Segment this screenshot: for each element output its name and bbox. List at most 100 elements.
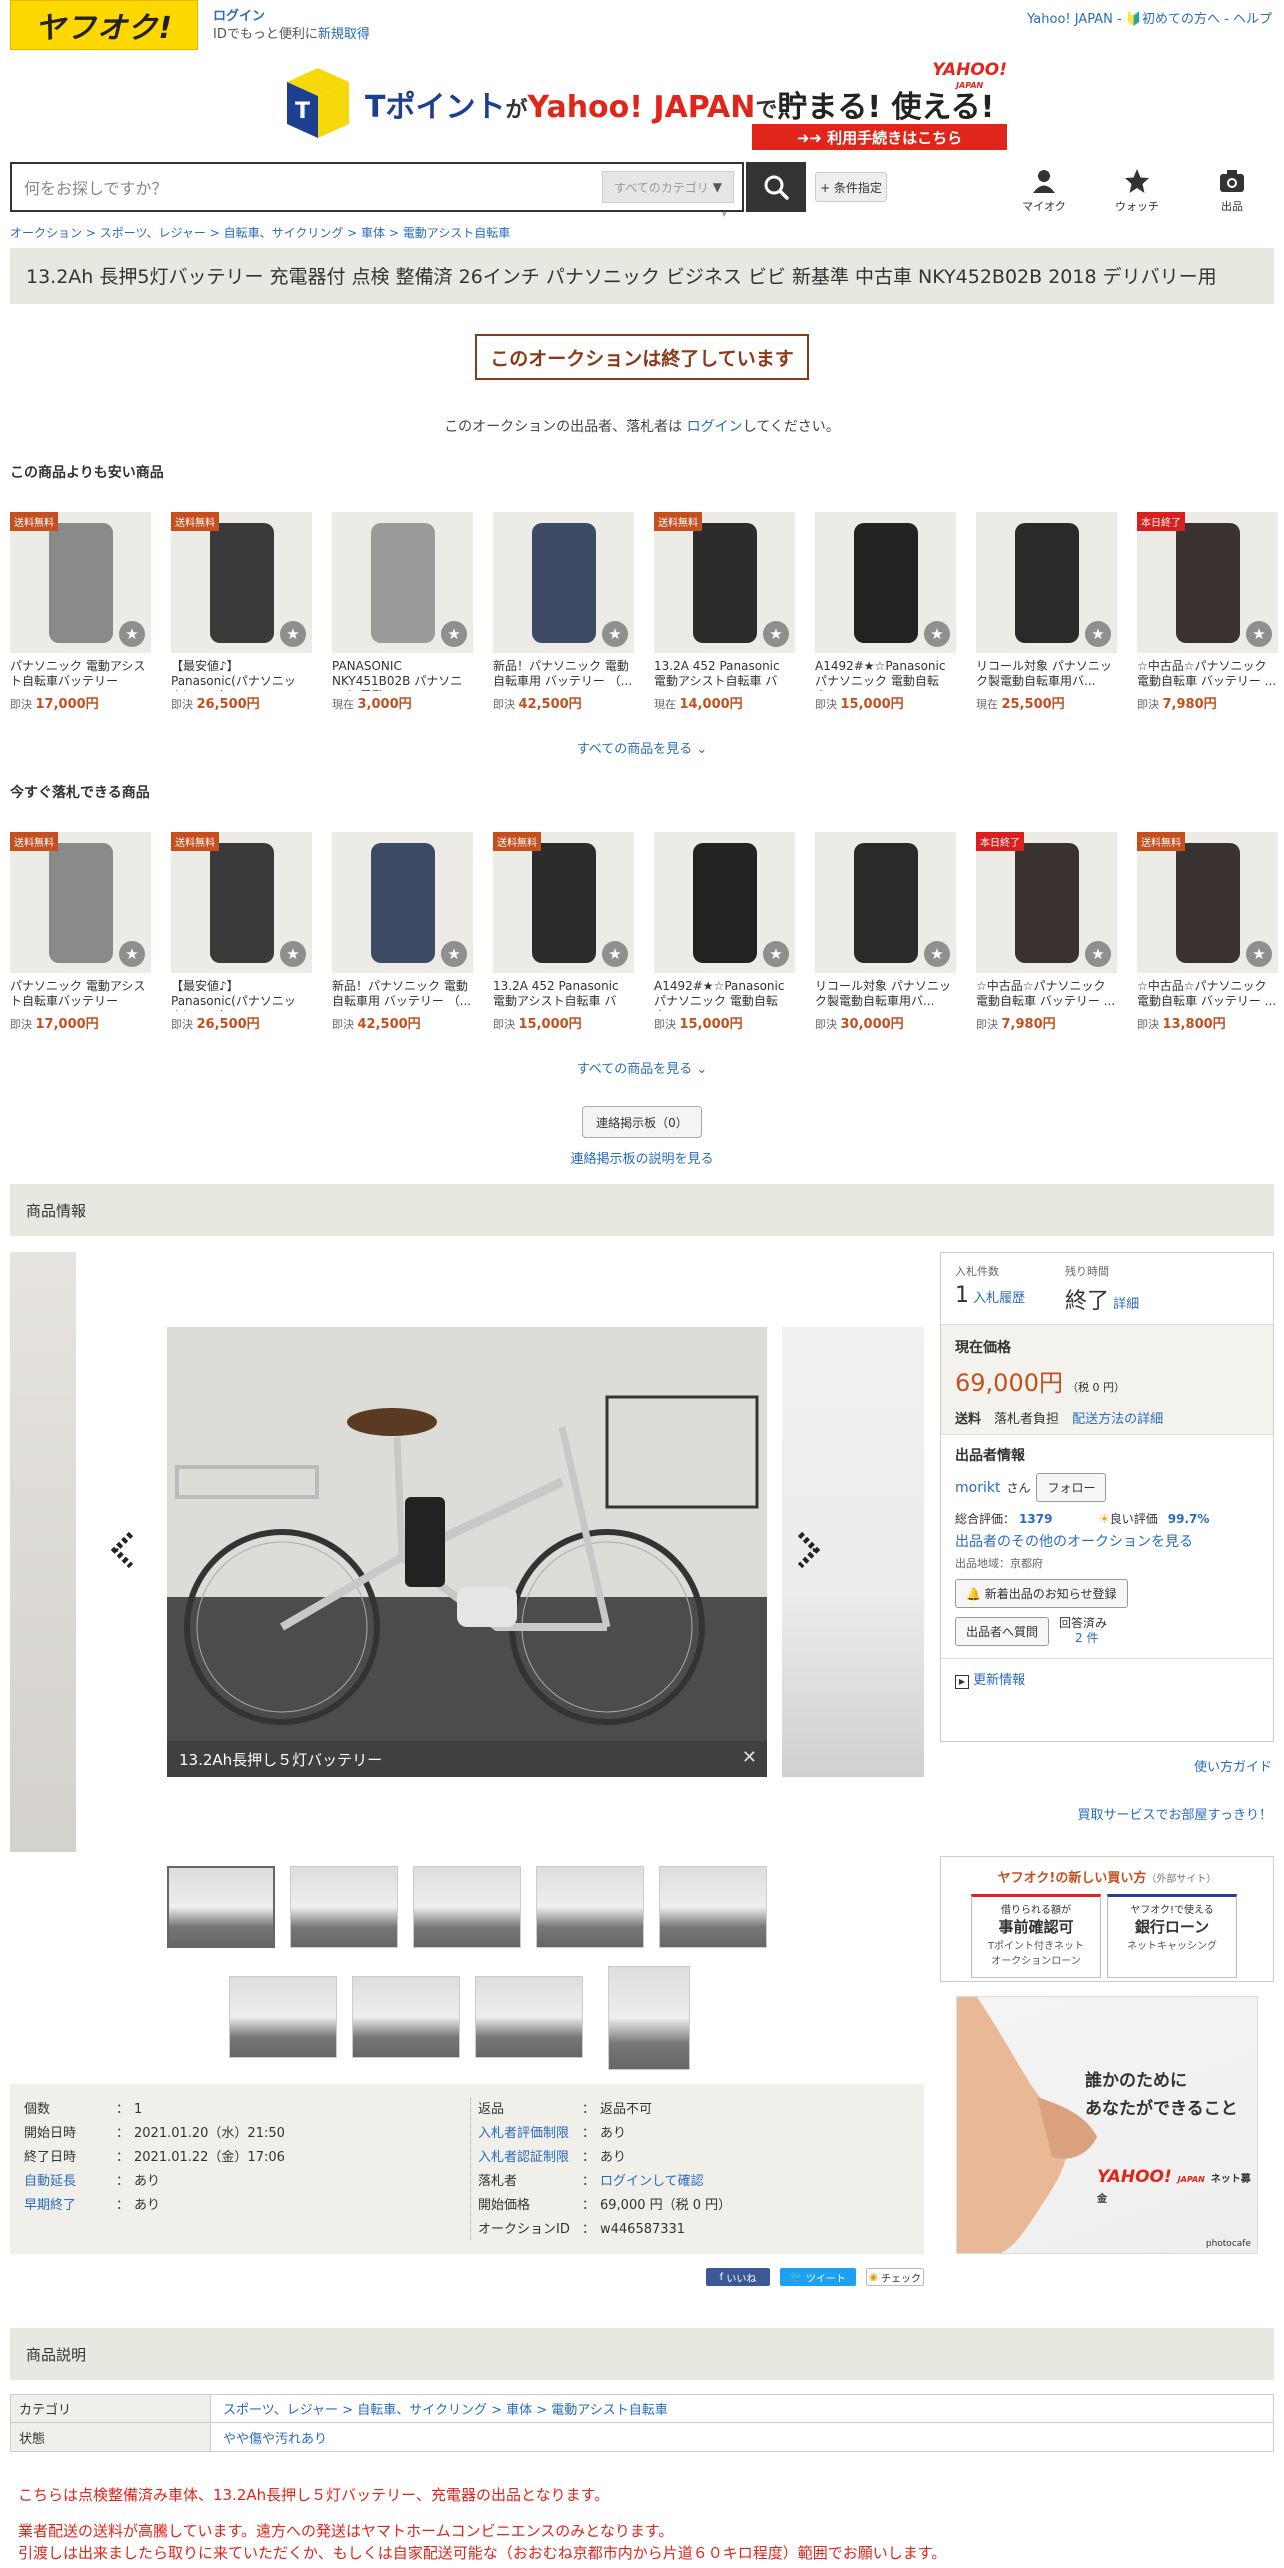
product-image[interactable]: 送料無料 ★ (1137, 832, 1278, 973)
spec-label[interactable]: 入札者評価制限 (478, 2122, 582, 2146)
answered-link[interactable]: 2 件 (1059, 1631, 1098, 1645)
product-card[interactable]: ★ リコール対象 パナソニック製電動自転車用バ... 即決 30,000円 (815, 832, 956, 1052)
product-card[interactable]: 送料無料 ★ ☆中古品☆パナソニック 電動自転車 バッテリー ... 即決 13,80… (1137, 832, 1278, 1052)
product-name[interactable]: 新品！パナソニック 電動自転車用 バッテリー （... (493, 659, 634, 691)
seller-other-auctions-link[interactable]: 出品者のその他のオークションを見る (955, 1531, 1259, 1551)
breadcrumb-item[interactable]: 車体 (361, 226, 385, 240)
watch-star-icon[interactable]: ★ (280, 941, 306, 967)
nav-sell[interactable]: 出品 (1202, 168, 1262, 214)
usage-guide-link[interactable]: 使い方ガイド (1194, 1756, 1272, 1775)
watch-star-icon[interactable]: ★ (924, 621, 950, 647)
breadcrumb-item[interactable]: オークション (10, 226, 82, 240)
watch-star-icon[interactable]: ★ (1085, 621, 1111, 647)
product-name[interactable]: ☆中古品☆パナソニック 電動自転車 バッテリー ... (976, 979, 1117, 1011)
buyback-link[interactable]: 買取サービスでお部屋すっきり！ (1078, 1804, 1272, 1823)
nav-mypage[interactable]: マイオク (1014, 168, 1074, 214)
watch-star-icon[interactable]: ★ (602, 941, 628, 967)
breadcrumb-item[interactable]: 自転車、サイクリング (224, 226, 344, 240)
product-card[interactable]: 送料無料 ★ 【最安値♪】Panasonic(パナソニック) リチウムイ... 即決 … (171, 832, 312, 1052)
product-name[interactable]: 13.2A 452 Panasonic 電動アシスト自転車 バッ... (493, 979, 634, 1011)
header-links[interactable]: Yahoo! JAPAN - 🔰初めての方へ - ヘルプ (1027, 8, 1272, 27)
product-name[interactable]: A1492#★☆Panasonic パナソニック 電動自転車... (654, 979, 795, 1011)
notice-login-link[interactable]: ログイン (687, 419, 743, 435)
thumbnail[interactable] (475, 1976, 583, 2058)
nav-watch[interactable]: ウォッチ (1107, 168, 1167, 214)
breadcrumb-item[interactable]: スポーツ、レジャー (100, 226, 206, 240)
product-card[interactable]: ★ リコール対象 パナソニック製電動自転車用バ... 現在 25,500円 (976, 512, 1117, 732)
facebook-like-button[interactable]: f いいね (706, 2268, 770, 2286)
product-card[interactable]: 送料無料 ★ パナソニック 電動アシスト自転車バッテリー NKY... 即決 17,0… (10, 832, 151, 1052)
product-image[interactable]: ★ (815, 832, 956, 973)
tpoint-banner[interactable]: T TポイントがYahoo! JAPANで貯まる! 使える! YAHOO! JA… (287, 62, 1007, 154)
spec-label[interactable]: 入札者認証制限 (478, 2146, 582, 2170)
product-name[interactable]: パナソニック 電動アシスト自転車バッテリー NKY... (10, 659, 151, 691)
login-link[interactable]: ログイン (213, 9, 265, 24)
product-image[interactable]: ★ (976, 512, 1117, 653)
product-name[interactable]: 新品！パナソニック 電動自転車用 バッテリー （... (332, 979, 473, 1011)
product-name[interactable]: 13.2A 452 Panasonic 電動アシスト自転車 バッ... (654, 659, 795, 691)
bid-history-link[interactable]: 入札履歴 (973, 1291, 1025, 1306)
category-select[interactable]: すべてのカテゴリ ▼ (602, 171, 734, 203)
thumbnail[interactable] (290, 1866, 398, 1948)
preapproval-card[interactable]: 借りられる額が 事前確認可 Tポイント付きネット オークションローン (971, 1894, 1101, 1978)
prev-arrow-icon[interactable] (108, 1530, 138, 1570)
product-card[interactable]: 送料無料 ★ パナソニック 電動アシスト自転車バッテリー NKY... 即決 17,0… (10, 512, 151, 732)
product-card[interactable]: 送料無料 ★ 13.2A 452 Panasonic 電動アシスト自転車 バッ...… (654, 512, 795, 732)
watch-star-icon[interactable]: ★ (1246, 621, 1272, 647)
thumbnail[interactable] (413, 1866, 521, 1948)
watch-star-icon[interactable]: ★ (1085, 941, 1111, 967)
donation-ad[interactable]: 誰かのために あなたができること YAHOO! JAPAN ネット募金 phot… (956, 1996, 1258, 2254)
product-card[interactable]: ★ PANASONIC NKY451B02B パナソニック 電動 ... 現在 3,… (332, 512, 473, 732)
product-image[interactable]: 送料無料 ★ (10, 832, 151, 973)
product-name[interactable]: 【最安値♪】Panasonic(パナソニック) リチウムイ... (171, 979, 312, 1011)
product-image[interactable]: ★ (654, 832, 795, 973)
check-button[interactable]: ◉ チェック (866, 2268, 924, 2286)
rating-link[interactable]: 1379 (1019, 1512, 1099, 1526)
next-arrow-icon[interactable] (793, 1530, 823, 1570)
product-name[interactable]: リコール対象 パナソニック製電動自転車用バ... (815, 979, 956, 1011)
spec-value[interactable]: ログインして確認 (600, 2170, 704, 2194)
time-detail-link[interactable]: 詳細 (1113, 1297, 1139, 1312)
thumbnail[interactable] (608, 1966, 690, 2070)
product-card[interactable]: ★ 新品！パナソニック 電動自転車用 バッテリー （... 即決 42,500円 (493, 512, 634, 732)
tweet-button[interactable]: 🐦 ツイート (780, 2268, 856, 2286)
product-name[interactable]: A1492#★☆Panasonic パナソニック 電動自転車... (815, 659, 956, 691)
watch-star-icon[interactable]: ★ (280, 621, 306, 647)
category-path-link[interactable]: スポーツ、レジャー > 自転車、サイクリング > 車体 > 電動アシスト自転車 (211, 2399, 668, 2418)
thumbnail[interactable] (352, 1976, 460, 2058)
product-card[interactable]: ★ A1492#★☆Panasonic パナソニック 電動自転車... 即決 15,… (815, 512, 956, 732)
search-input[interactable]: 何をお探しですか？ (12, 175, 602, 199)
product-card[interactable]: ★ 新品！パナソニック 電動自転車用 バッテリー （... 即決 42,500円 (332, 832, 473, 1052)
product-name[interactable]: ☆中古品☆パナソニック 電動自転車 バッテリー ... (1137, 979, 1278, 1011)
product-image[interactable]: 送料無料 ★ (171, 832, 312, 973)
product-image[interactable]: 本日終了 ★ (1137, 512, 1278, 653)
thumbnail[interactable] (659, 1866, 767, 1948)
register-link[interactable]: 新規取得 (318, 27, 370, 42)
cheaper-see-all-link[interactable]: すべての商品を見る ⌄ (0, 738, 1284, 757)
prev-photo-preview[interactable] (10, 1252, 76, 1852)
yahuoku-logo[interactable]: ヤフオク! (10, 0, 198, 50)
product-image[interactable]: ★ (815, 512, 956, 653)
conditions-button[interactable]: + 条件指定 (815, 172, 887, 202)
watch-star-icon[interactable]: ★ (924, 941, 950, 967)
banner-cta-button[interactable]: ➜➜ 利用手続きはこちら (752, 124, 1007, 150)
seller-name-link[interactable]: morikt (955, 1480, 1000, 1496)
watch-star-icon[interactable]: ★ (602, 621, 628, 647)
watch-star-icon[interactable]: ★ (119, 941, 145, 967)
watch-star-icon[interactable]: ★ (763, 941, 789, 967)
watch-star-icon[interactable]: ★ (441, 621, 467, 647)
shipping-detail-link[interactable]: 配送方法の詳細 (1072, 1412, 1163, 1427)
watch-star-icon[interactable]: ★ (1246, 941, 1272, 967)
product-card[interactable]: 送料無料 ★ 【最安値♪】Panasonic(パナソニック) リチウムイ... 即決 … (171, 512, 312, 732)
watch-star-icon[interactable]: ★ (441, 941, 467, 967)
spec-label[interactable]: 早期終了 (24, 2194, 116, 2218)
product-name[interactable]: ☆中古品☆パナソニック 電動自転車 バッテリー ... (1137, 659, 1278, 691)
product-image[interactable]: 送料無料 ★ (493, 832, 634, 973)
spec-label[interactable]: 自動延長 (24, 2170, 116, 2194)
product-image[interactable]: 本日終了 ★ (976, 832, 1117, 973)
bank-loan-card[interactable]: ヤフオク!で使える 銀行ローン ネットキャッシング (1107, 1894, 1237, 1978)
search-expand-icon[interactable]: ▾ (722, 210, 727, 220)
product-card[interactable]: ★ A1492#★☆Panasonic パナソニック 電動自転車... 即決 15,… (654, 832, 795, 1052)
close-icon[interactable]: ✕ (742, 1747, 757, 1768)
product-name[interactable]: リコール対象 パナソニック製電動自転車用バ... (976, 659, 1117, 691)
